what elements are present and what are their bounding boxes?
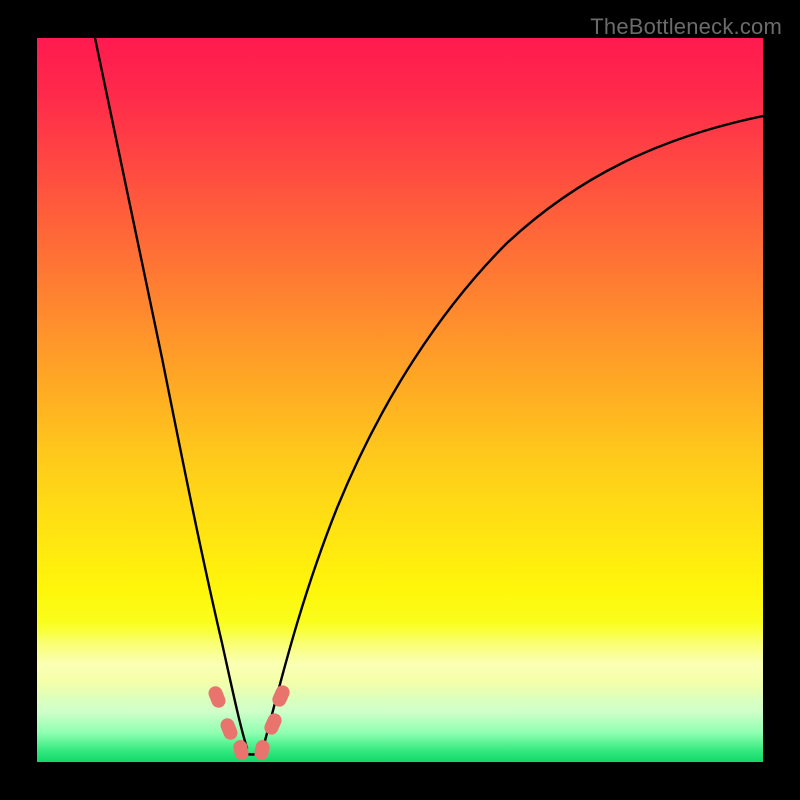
curve-right-branch: [263, 116, 763, 748]
marker-dot: [262, 711, 284, 737]
marker-dot: [218, 716, 239, 742]
curve-left-branch: [95, 38, 247, 748]
bottleneck-curve: [37, 38, 763, 762]
marker-dot: [232, 739, 250, 761]
chart-frame: TheBottleneck.com: [0, 0, 800, 800]
marker-dot: [253, 739, 271, 761]
plot-area: [37, 38, 763, 762]
notch-markers: [206, 683, 291, 761]
watermark-text: TheBottleneck.com: [590, 14, 782, 40]
marker-dot: [206, 684, 227, 710]
